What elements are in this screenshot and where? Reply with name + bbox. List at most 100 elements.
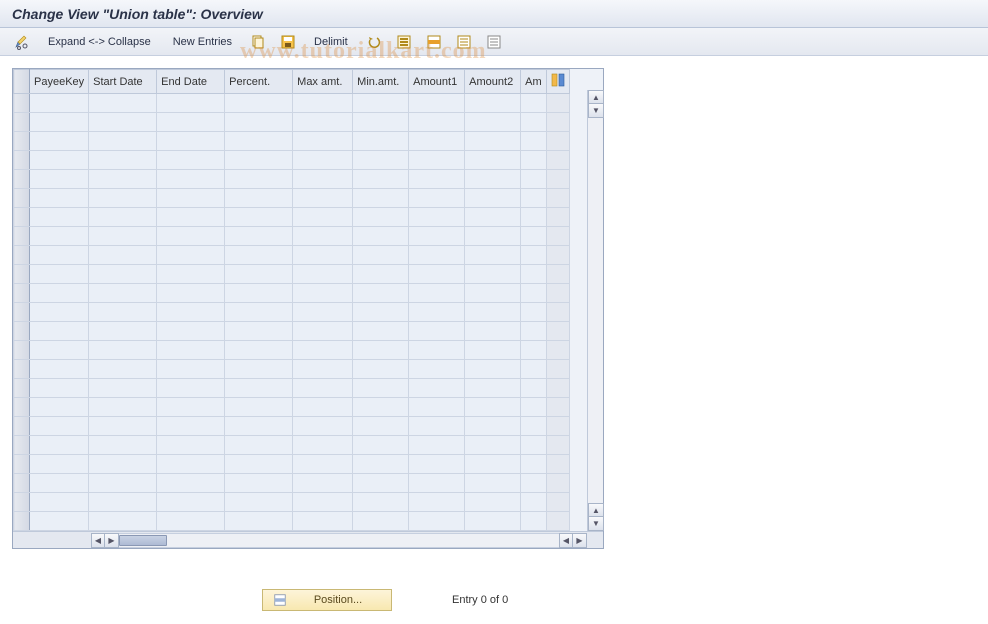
grid-cell[interactable] bbox=[157, 341, 225, 360]
grid-cell[interactable] bbox=[465, 398, 521, 417]
grid-cell[interactable] bbox=[157, 493, 225, 512]
grid-cell[interactable] bbox=[225, 208, 293, 227]
grid-cell[interactable] bbox=[521, 246, 547, 265]
grid-cell[interactable] bbox=[157, 379, 225, 398]
table-row[interactable] bbox=[14, 170, 570, 189]
grid-cell[interactable] bbox=[465, 94, 521, 113]
grid-cell[interactable] bbox=[521, 474, 547, 493]
grid-cell[interactable] bbox=[89, 151, 157, 170]
grid-cell[interactable] bbox=[409, 379, 465, 398]
copy-button[interactable] bbox=[246, 32, 270, 52]
grid-cell[interactable] bbox=[293, 398, 353, 417]
grid-cell[interactable] bbox=[409, 417, 465, 436]
grid-cell[interactable] bbox=[30, 246, 89, 265]
scroll-down-button[interactable]: ▼ bbox=[588, 517, 604, 531]
grid-cell[interactable] bbox=[89, 208, 157, 227]
table-row[interactable] bbox=[14, 398, 570, 417]
grid-cell[interactable] bbox=[225, 170, 293, 189]
grid-cell[interactable] bbox=[225, 284, 293, 303]
grid-cell[interactable] bbox=[225, 360, 293, 379]
column-config-button[interactable] bbox=[546, 70, 569, 94]
grid-cell[interactable] bbox=[293, 417, 353, 436]
grid-cell[interactable] bbox=[465, 417, 521, 436]
grid-cell[interactable] bbox=[409, 208, 465, 227]
scroll-down-step-button[interactable]: ▲ bbox=[588, 503, 604, 517]
grid-cell[interactable] bbox=[157, 151, 225, 170]
grid-cell[interactable] bbox=[157, 170, 225, 189]
row-selector[interactable] bbox=[14, 113, 30, 132]
grid-cell[interactable] bbox=[465, 322, 521, 341]
grid-cell[interactable] bbox=[521, 436, 547, 455]
grid-cell[interactable] bbox=[465, 208, 521, 227]
column-header[interactable]: Percent. bbox=[225, 70, 293, 94]
table-row[interactable] bbox=[14, 94, 570, 113]
grid-cell[interactable] bbox=[293, 208, 353, 227]
grid-cell[interactable] bbox=[30, 417, 89, 436]
row-selector[interactable] bbox=[14, 208, 30, 227]
row-selector[interactable] bbox=[14, 322, 30, 341]
grid-cell[interactable] bbox=[157, 360, 225, 379]
grid-cell[interactable] bbox=[30, 189, 89, 208]
grid-cell[interactable] bbox=[293, 151, 353, 170]
grid-cell[interactable] bbox=[157, 322, 225, 341]
undo-button[interactable] bbox=[362, 32, 386, 52]
table-row[interactable] bbox=[14, 417, 570, 436]
grid-cell[interactable] bbox=[89, 417, 157, 436]
grid-cell[interactable] bbox=[157, 417, 225, 436]
grid-cell[interactable] bbox=[409, 246, 465, 265]
row-selector[interactable] bbox=[14, 474, 30, 493]
grid-cell[interactable] bbox=[293, 512, 353, 531]
grid-cell[interactable] bbox=[30, 512, 89, 531]
grid-cell[interactable] bbox=[30, 208, 89, 227]
grid-cell[interactable] bbox=[30, 94, 89, 113]
grid-cell[interactable] bbox=[225, 379, 293, 398]
grid-cell[interactable] bbox=[157, 436, 225, 455]
deselect-all-button[interactable] bbox=[452, 32, 476, 52]
grid-cell[interactable] bbox=[465, 474, 521, 493]
grid-cell[interactable] bbox=[409, 493, 465, 512]
grid-cell[interactable] bbox=[30, 360, 89, 379]
horizontal-scrollbar[interactable]: ◀ ▶ ◀ ▶ bbox=[13, 531, 603, 548]
grid-cell[interactable] bbox=[293, 360, 353, 379]
grid-cell[interactable] bbox=[521, 398, 547, 417]
column-header[interactable]: Amount2 bbox=[465, 70, 521, 94]
delimit-button[interactable]: Delimit bbox=[310, 34, 352, 50]
grid-cell[interactable] bbox=[225, 436, 293, 455]
grid-cell[interactable] bbox=[30, 151, 89, 170]
select-all-button[interactable] bbox=[392, 32, 416, 52]
row-selector[interactable] bbox=[14, 246, 30, 265]
grid-cell[interactable] bbox=[521, 284, 547, 303]
row-selector[interactable] bbox=[14, 360, 30, 379]
grid-cell[interactable] bbox=[353, 113, 409, 132]
grid-cell[interactable] bbox=[157, 246, 225, 265]
grid-cell[interactable] bbox=[225, 265, 293, 284]
grid-cell[interactable] bbox=[293, 322, 353, 341]
grid-cell[interactable] bbox=[409, 360, 465, 379]
grid-cell[interactable] bbox=[353, 512, 409, 531]
table-row[interactable] bbox=[14, 284, 570, 303]
grid-cell[interactable] bbox=[225, 398, 293, 417]
grid-cell[interactable] bbox=[30, 379, 89, 398]
grid-cell[interactable] bbox=[521, 379, 547, 398]
grid-cell[interactable] bbox=[353, 303, 409, 322]
grid-cell[interactable] bbox=[521, 132, 547, 151]
table-row[interactable] bbox=[14, 246, 570, 265]
row-selector[interactable] bbox=[14, 341, 30, 360]
grid-cell[interactable] bbox=[521, 322, 547, 341]
grid-cell[interactable] bbox=[225, 132, 293, 151]
grid-cell[interactable] bbox=[30, 341, 89, 360]
grid-cell[interactable] bbox=[293, 170, 353, 189]
grid-cell[interactable] bbox=[353, 151, 409, 170]
grid-cell[interactable] bbox=[465, 265, 521, 284]
grid-cell[interactable] bbox=[409, 227, 465, 246]
table-row[interactable] bbox=[14, 379, 570, 398]
grid-cell[interactable] bbox=[465, 189, 521, 208]
new-entries-button[interactable]: New Entries bbox=[169, 34, 236, 50]
grid-cell[interactable] bbox=[353, 246, 409, 265]
grid-cell[interactable] bbox=[89, 132, 157, 151]
grid-cell[interactable] bbox=[353, 265, 409, 284]
column-header[interactable]: PayeeKey bbox=[30, 70, 89, 94]
grid-cell[interactable] bbox=[89, 379, 157, 398]
row-selector[interactable] bbox=[14, 379, 30, 398]
toggle-edit-button[interactable] bbox=[10, 32, 34, 52]
